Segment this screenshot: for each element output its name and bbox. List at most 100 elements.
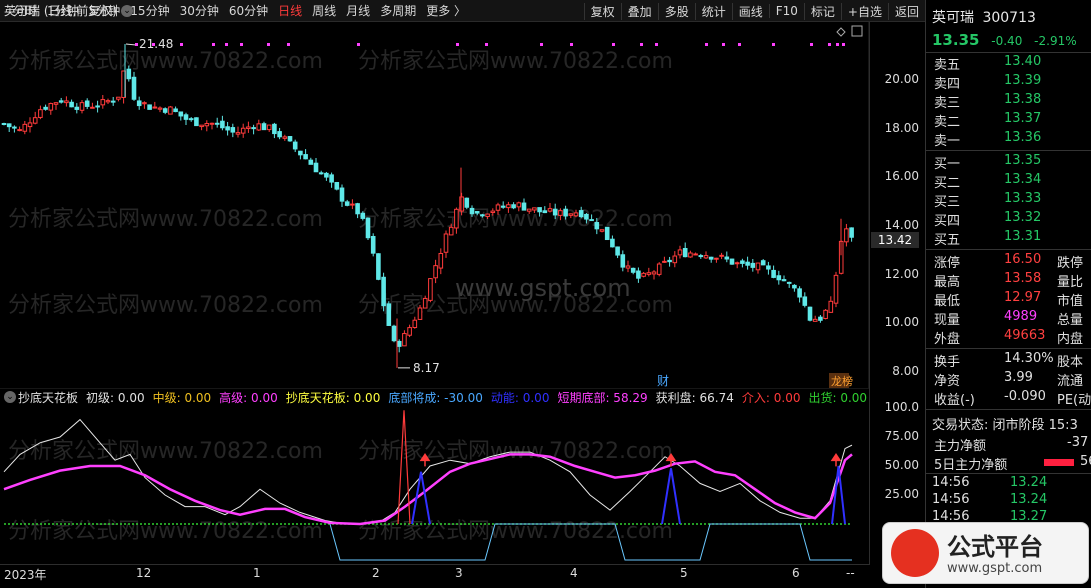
flow5-value: 56 bbox=[1080, 454, 1091, 469]
indicator-value: 获利盘: 66.74 bbox=[655, 390, 734, 405]
candle bbox=[729, 258, 735, 265]
candlestick-chart[interactable]: 分析家公式网www.70822.com 分析家公式网www.70822.com 分析… bbox=[0, 22, 925, 388]
chevron-down-icon[interactable]: ⌄ bbox=[121, 4, 133, 17]
price-change-pct: -2.91% bbox=[1034, 34, 1077, 48]
watermark-text: 分析家公式网www.70822.com bbox=[8, 293, 323, 318]
candle bbox=[750, 258, 756, 272]
candle bbox=[802, 292, 808, 308]
candle bbox=[662, 256, 667, 263]
candle bbox=[818, 315, 823, 323]
trade-status: 交易状态: 闭市阶段 15:3 bbox=[932, 418, 1078, 433]
watermark-text: 分析家公式网www.70822.com bbox=[358, 519, 673, 544]
signal-dots bbox=[135, 43, 845, 46]
candle bbox=[32, 111, 38, 125]
candle bbox=[334, 181, 340, 191]
watermark-text: 分析家公式网www.70822.com bbox=[8, 49, 323, 74]
candle bbox=[667, 256, 672, 267]
stock-name: 英可瑞 300713 bbox=[932, 10, 1036, 26]
tool-button-4[interactable]: 画线 bbox=[731, 2, 769, 20]
tool-button-0[interactable]: 复权 bbox=[583, 2, 621, 20]
tab-period-8[interactable]: 月线 bbox=[341, 2, 375, 19]
tab-period-6[interactable]: 日线 bbox=[273, 2, 307, 19]
candle bbox=[79, 99, 85, 114]
candle bbox=[339, 184, 345, 208]
tab-period-9[interactable]: 多周期 bbox=[375, 2, 421, 19]
candle bbox=[214, 117, 220, 128]
candle bbox=[625, 260, 631, 273]
tool-button-1[interactable]: 叠加 bbox=[620, 2, 658, 20]
candle bbox=[745, 256, 750, 270]
indicator-value: 介入: 0.00 bbox=[741, 390, 801, 405]
event-tag-dragon-list[interactable]: 龙榜 bbox=[831, 374, 853, 388]
watermark-text: 分析家公式网www.70822.com bbox=[358, 207, 673, 232]
chart-title-text: 英可瑞 (日线,前复权) bbox=[4, 4, 117, 18]
candle bbox=[157, 106, 163, 113]
candle bbox=[849, 227, 854, 242]
stat-label-2: 跌停 bbox=[1057, 256, 1084, 271]
last-price: 13.35 bbox=[932, 31, 980, 49]
signal-dot bbox=[772, 43, 775, 46]
candle bbox=[630, 267, 636, 275]
maximize-icon[interactable] bbox=[851, 25, 863, 37]
candle bbox=[318, 170, 324, 175]
candle bbox=[152, 101, 158, 109]
candle bbox=[48, 102, 54, 115]
stat-label-2: 流通 bbox=[1057, 374, 1084, 389]
stat-value: 49663 bbox=[1004, 328, 1046, 343]
candle bbox=[391, 324, 397, 343]
candle bbox=[58, 97, 64, 104]
price-axis-label: 20.00 bbox=[884, 72, 919, 86]
candle bbox=[116, 96, 121, 102]
candle bbox=[433, 259, 438, 284]
candle bbox=[396, 339, 402, 353]
candle bbox=[240, 123, 246, 138]
tool-button-3[interactable]: 统计 bbox=[694, 2, 732, 20]
signal-dot bbox=[640, 43, 643, 46]
indicator-value: 底部将成: -30.00 bbox=[388, 390, 483, 405]
bid-price: 13.35 bbox=[1004, 153, 1042, 168]
indicator-chart[interactable]: 分析家公式网www.70822.com 分析家公式网www.70822.com 分析… bbox=[0, 388, 870, 564]
signal-dot bbox=[287, 43, 290, 46]
tab-period-7[interactable]: 周线 bbox=[307, 2, 341, 19]
candle bbox=[266, 124, 272, 132]
date-label: 6 bbox=[792, 566, 800, 580]
candle bbox=[131, 71, 137, 101]
panel-separator bbox=[926, 249, 1091, 250]
ask-row: 卖五 13.40 bbox=[932, 54, 1091, 73]
ask-price: 13.36 bbox=[1004, 130, 1042, 145]
chart-toolbar: 分时 1分钟 5分钟 15分钟 30分钟 60分钟 日线 周线 月线 多周期 更多 〉 复权 叠加 多股… bbox=[0, 0, 925, 22]
tool-button-6[interactable]: 标记 bbox=[803, 2, 841, 20]
candle bbox=[256, 119, 262, 132]
candle bbox=[287, 136, 293, 142]
price-axis-label: 10.00 bbox=[884, 315, 919, 330]
candle bbox=[677, 245, 683, 259]
candle bbox=[100, 95, 106, 109]
ask-label: 卖五 bbox=[934, 58, 961, 73]
candle bbox=[376, 253, 381, 281]
tool-button-8[interactable]: 返回 bbox=[887, 2, 925, 20]
date-label: -- bbox=[846, 566, 855, 580]
tab-period-5[interactable]: 60分钟 bbox=[224, 2, 273, 19]
tool-button-2[interactable]: 多股 bbox=[657, 2, 695, 20]
stat-row: 最低 12.97 市值 bbox=[932, 290, 1091, 309]
candle bbox=[225, 121, 230, 136]
date-axis: 2023年 12 1 2 3 4 5 6 -- bbox=[0, 564, 870, 588]
indicator-menu-icon[interactable]: ⌄ bbox=[4, 391, 16, 403]
event-tag-financial[interactable]: 财 bbox=[657, 374, 669, 388]
candle bbox=[407, 324, 412, 338]
ask-price: 13.38 bbox=[1004, 92, 1042, 107]
candle bbox=[760, 259, 766, 266]
diamond-icon[interactable] bbox=[836, 27, 846, 37]
tab-period-4[interactable]: 30分钟 bbox=[175, 2, 224, 19]
logo-icon bbox=[891, 529, 939, 577]
tool-button-5[interactable]: F10 bbox=[768, 4, 804, 18]
signal-dot bbox=[212, 43, 215, 46]
candle bbox=[636, 267, 641, 283]
bid-row: 买四 13.32 bbox=[932, 210, 1091, 229]
candle bbox=[6, 123, 12, 133]
tool-button-7[interactable]: +自选 bbox=[840, 2, 888, 20]
tab-period-10[interactable]: 更多 〉 bbox=[421, 2, 471, 19]
watermark-text: 分析家公式网www.70822.com bbox=[358, 49, 673, 74]
bid-price: 13.32 bbox=[1004, 210, 1042, 225]
stat-row: 净资 3.99 流通 bbox=[932, 370, 1091, 389]
